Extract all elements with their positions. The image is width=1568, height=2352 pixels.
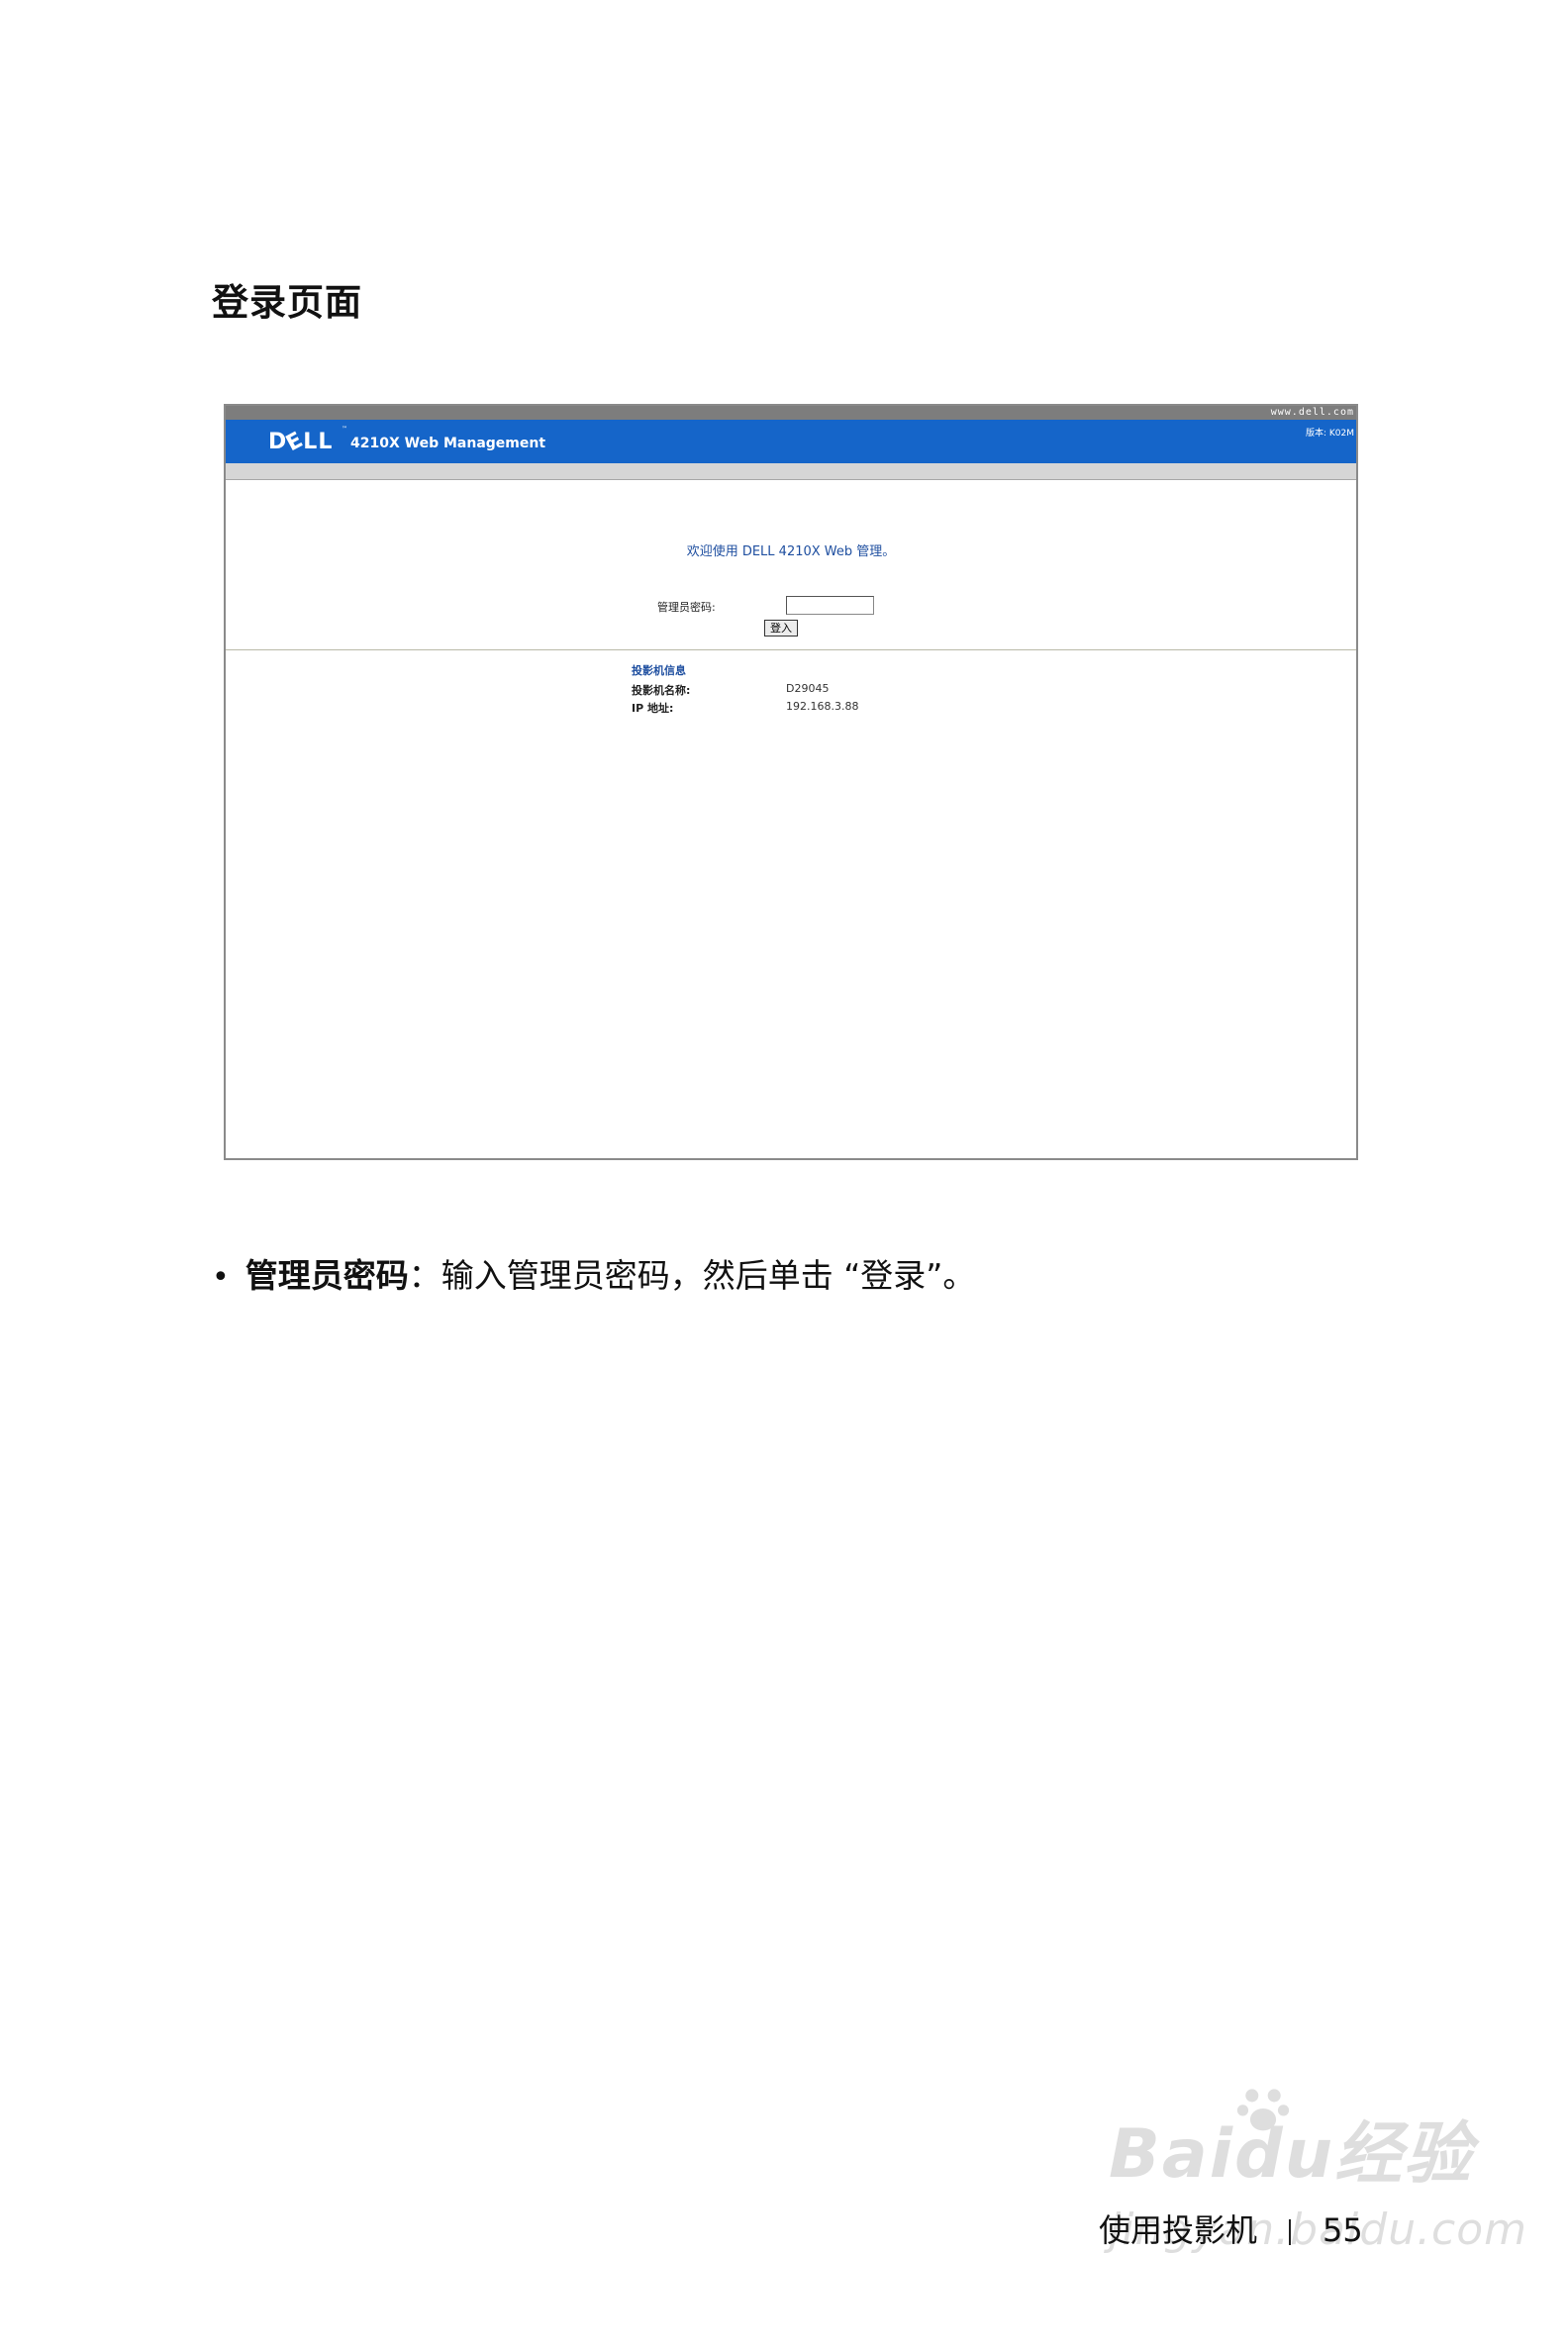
projector-name-value: D29045 [786, 682, 830, 695]
instruction-bullet: • 管理员密码：输入管理员密码，然后单击 “登录”。 [212, 1249, 975, 1297]
product-title: 4210X Web Management [350, 436, 546, 451]
web-management-screenshot: www.dell.com DELL ™ 4210X Web Management… [224, 404, 1358, 1160]
bullet-text: ：输入管理员密码，然后单击 “登录”。 [408, 1256, 976, 1295]
login-button[interactable]: 登入 [764, 620, 798, 637]
ip-address-value: 192.168.3.88 [786, 700, 859, 713]
top-strip: www.dell.com [226, 406, 1356, 420]
page-heading: 登录页面 [212, 281, 362, 324]
watermark-brand: Baidu经验 [1109, 2115, 1474, 2194]
paw-icon [1236, 2089, 1290, 2131]
page-number: 55 [1323, 2211, 1363, 2249]
bullet-icon: • [212, 1260, 230, 1295]
section-divider [226, 649, 1356, 650]
footer-separator [1289, 2219, 1292, 2245]
nav-subbar [226, 463, 1356, 480]
footer-section: 使用投影机 [1099, 2211, 1258, 2249]
trademark-mark: ™ [342, 426, 347, 433]
projector-info-title: 投影机信息 [632, 664, 686, 677]
password-label: 管理员密码: [657, 601, 716, 614]
ip-address-label: IP 地址: [632, 702, 674, 715]
header-banner: DELL ™ 4210X Web Management 版本: K02M [226, 420, 1356, 463]
bullet-term: 管理员密码 [245, 1256, 409, 1295]
dell-logo: DELL [268, 427, 334, 457]
welcome-message: 欢迎使用 DELL 4210X Web 管理。 [686, 544, 896, 559]
page-footer: 使用投影机 55 [1099, 2205, 1363, 2251]
password-input[interactable] [786, 596, 874, 615]
dell-url-link[interactable]: www.dell.com [1271, 406, 1354, 420]
version-text: 版本: K02M [1305, 429, 1354, 439]
projector-name-label: 投影机名称: [632, 684, 691, 697]
